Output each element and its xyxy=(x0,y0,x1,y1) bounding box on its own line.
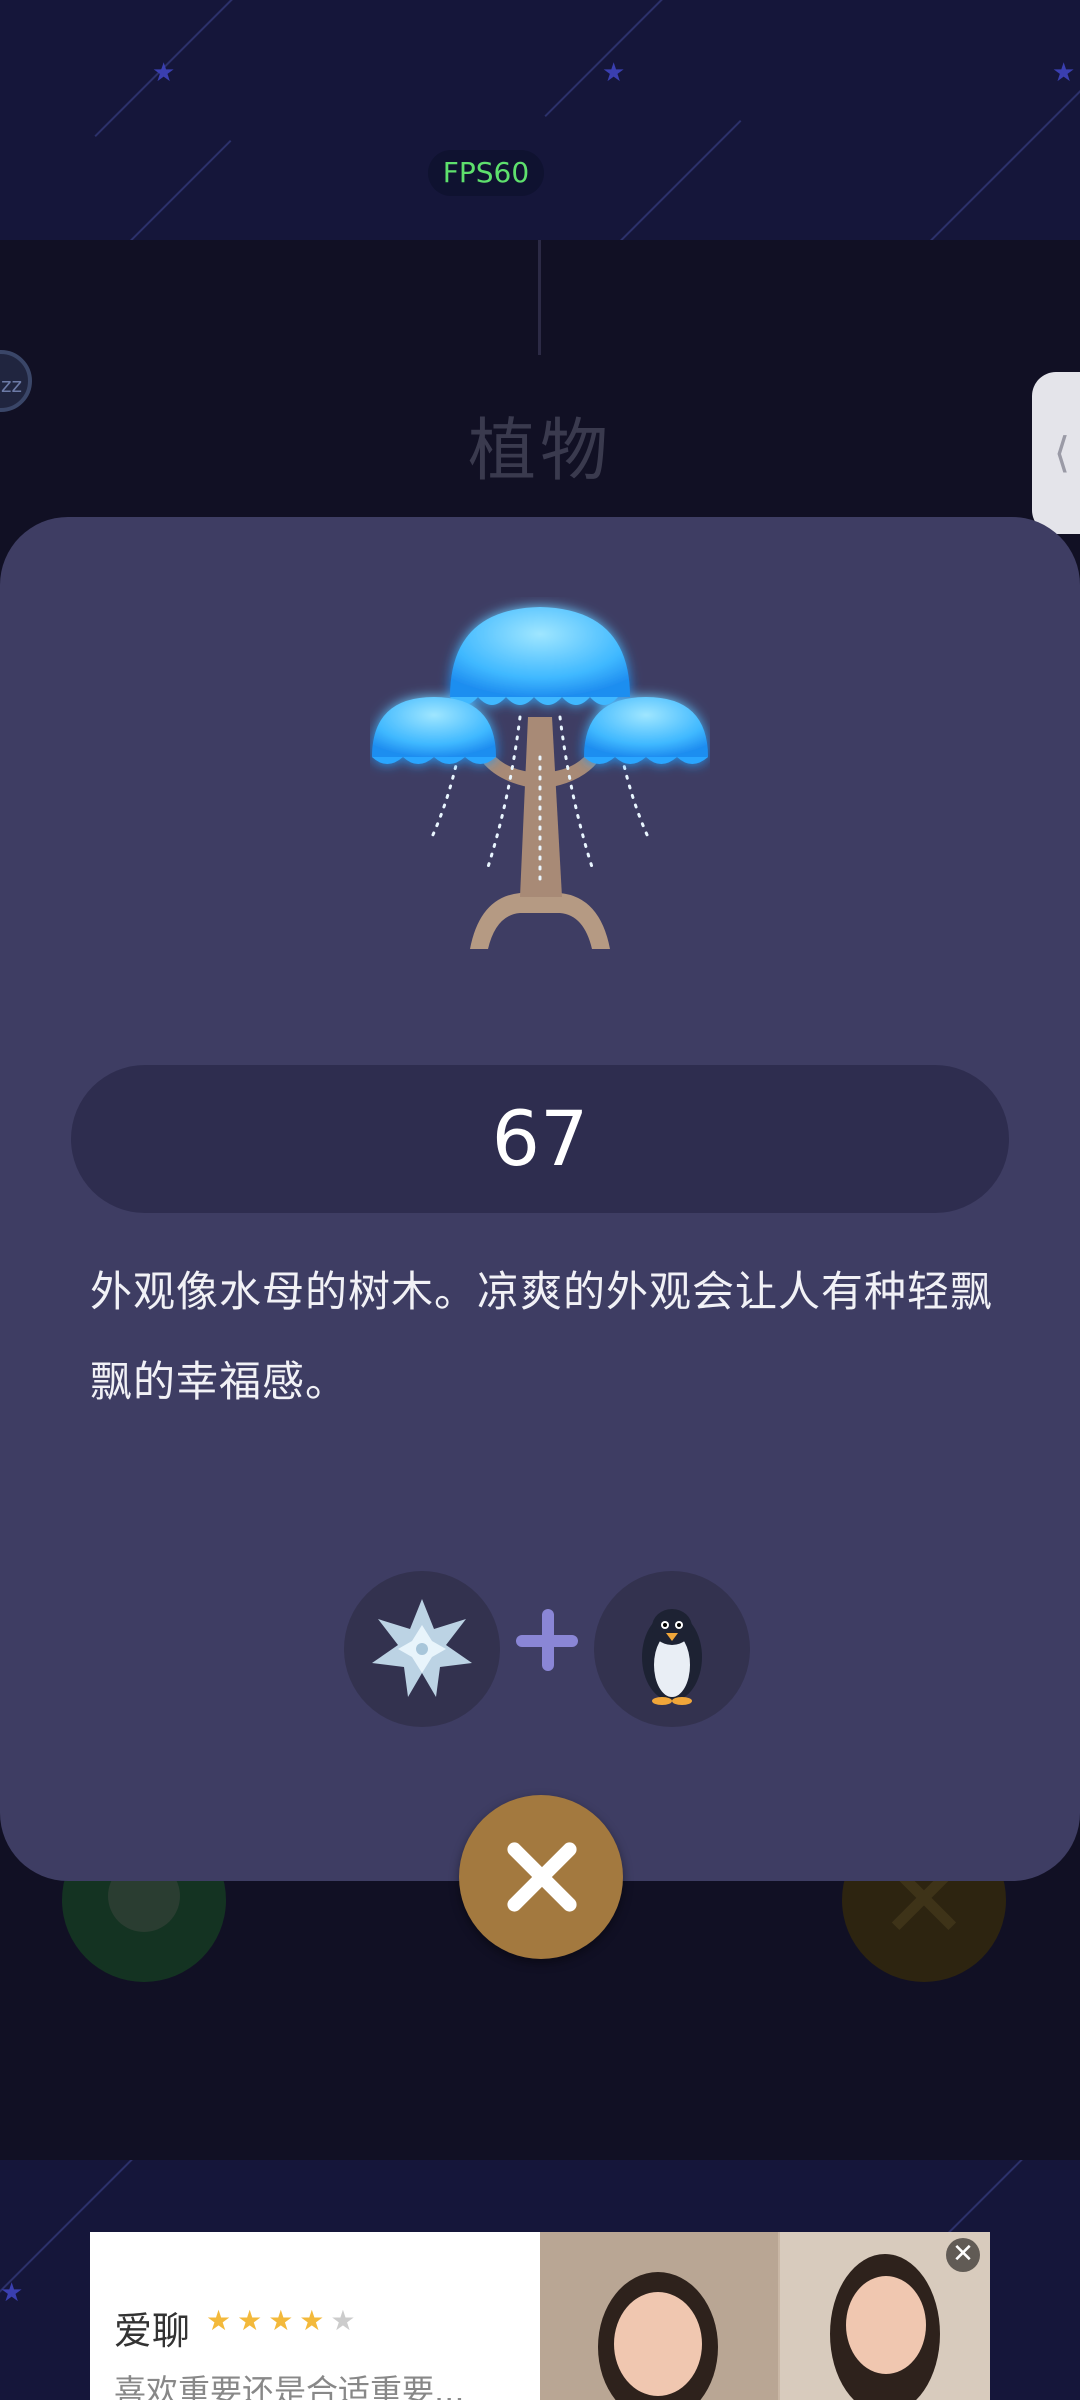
ad-app-name: 爱聊 xyxy=(114,2309,191,2353)
star-icon: ★ xyxy=(602,58,626,88)
ad-image xyxy=(540,2232,990,2400)
plus-icon xyxy=(512,1605,582,1675)
item-number: 67 xyxy=(71,1065,1009,1213)
ingredient-a[interactable] xyxy=(344,1571,500,1727)
ad-banner[interactable]: 爱聊 ★★★★★ 喜欢重要还是合适重要... xyxy=(90,2232,990,2400)
divider xyxy=(538,240,541,355)
side-drawer-tab[interactable]: ⟨ xyxy=(1032,372,1080,534)
item-detail-dialog: 67 外观像水母的树木。凉爽的外观会让人有种轻飘飘的幸福感。 xyxy=(0,517,1080,1881)
penguin-icon xyxy=(642,1609,702,1705)
star-icon: ★ xyxy=(152,58,176,88)
star-icon: ★★★★ xyxy=(206,2304,331,2337)
category-title: 植物 xyxy=(467,412,612,491)
top-starfield: ★ ★ ★ xyxy=(0,0,1080,240)
star-icon: ★ xyxy=(330,2304,362,2337)
snowflake-crystal-icon xyxy=(372,1599,472,1697)
ingredient-b[interactable] xyxy=(594,1571,750,1727)
ad-rating-stars: ★★★★★ xyxy=(206,2304,362,2337)
ad-subtitle: 喜欢重要还是合适重要... xyxy=(114,2372,465,2400)
item-description: 外观像水母的树木。凉爽的外观会让人有种轻飘飘的幸福感。 xyxy=(90,1267,994,1406)
close-dialog-button[interactable] xyxy=(459,1795,623,1959)
star-icon: ★ xyxy=(1052,58,1076,88)
star-icon: ★ xyxy=(0,2278,24,2308)
fps-counter: FPS60 xyxy=(428,150,544,196)
ad-close-icon[interactable]: ✕ xyxy=(946,2238,980,2272)
jellyfish-tree-icon xyxy=(370,597,710,957)
